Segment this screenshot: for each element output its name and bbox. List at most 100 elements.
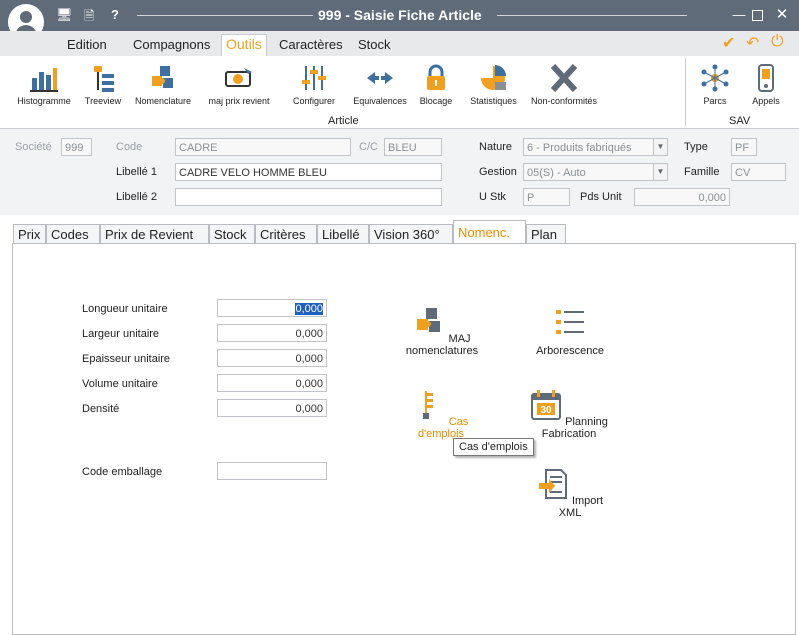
tab-prix-de-revient[interactable]: Prix de Revient [100, 224, 209, 244]
phone-icon [758, 64, 774, 92]
sliders-icon [302, 66, 326, 90]
article-group-label: Article [328, 115, 359, 127]
libelle1-field[interactable]: CADRE VELO HOMME BLEU [175, 163, 442, 181]
tab-nomenc[interactable]: Nomenc. [453, 220, 526, 245]
pdsunit-label: Pds Unit [580, 191, 622, 203]
document-icon[interactable]: 🗎 [84, 7, 94, 29]
nature-select[interactable]: 6 - Produits fabriqués ▼ [523, 138, 668, 156]
tab-prix[interactable]: Prix [13, 224, 46, 244]
ustk-field[interactable]: P [523, 188, 570, 206]
ribbon-separator [685, 58, 686, 126]
title-decor-right [497, 15, 687, 16]
non-conformites-label: Non-conformités [530, 96, 598, 106]
histogram-icon [30, 68, 58, 92]
maj-prix-revient-label: maj prix revient [208, 96, 270, 106]
cc-label: C/C [359, 141, 378, 153]
largeur-field[interactable]: 0,000 [217, 324, 327, 342]
tab-codes[interactable]: Codes [46, 224, 100, 244]
minimize-icon[interactable]: — [730, 7, 748, 23]
societe-field[interactable]: 999 [61, 138, 92, 156]
code-emballage-label: Code emballage [82, 466, 163, 478]
tab-libelle[interactable]: Libellé [317, 224, 369, 244]
cc-field[interactable]: BLEU [384, 138, 442, 156]
tab-criteres[interactable]: Critères [255, 224, 317, 244]
famille-field[interactable]: CV [731, 163, 786, 181]
tab-vision-360[interactable]: Vision 360° [369, 224, 453, 244]
avatar-head [20, 11, 32, 23]
chevron-down-icon[interactable]: ▼ [653, 164, 667, 180]
menu-outils[interactable]: Outils [221, 34, 267, 57]
blocage-button[interactable]: Blocage [417, 64, 455, 106]
epaisseur-label: Epaisseur unitaire [82, 353, 171, 365]
code-field[interactable]: CADRE [175, 138, 351, 156]
lock-icon [427, 64, 445, 90]
code-label: Code [116, 141, 143, 153]
cas-emplois-button[interactable]: Cas d'emplois [400, 389, 482, 440]
type-label: Type [684, 141, 708, 153]
histogramme-button[interactable]: Histogramme [14, 64, 74, 106]
volume-field[interactable]: 0,000 [217, 374, 327, 392]
gestion-select[interactable]: 05(S) - Auto ▼ [523, 163, 668, 181]
societe-label: Société [15, 141, 52, 153]
monitor-icon[interactable]: 🖥 [56, 7, 73, 23]
menu-stock[interactable]: Stock [358, 37, 391, 52]
epaisseur-field[interactable]: 0,000 [217, 349, 327, 367]
svg-text:30: 30 [540, 405, 552, 416]
import-xml-icon [538, 469, 567, 499]
pdsunit-field[interactable]: 0,000 [634, 188, 730, 206]
power-icon[interactable]: ⏻ [771, 33, 784, 51]
non-conformites-button[interactable]: Non-conformités [527, 64, 601, 106]
equivalences-button[interactable]: Equivalences [350, 64, 410, 106]
longueur-value: 0,000 [295, 303, 323, 315]
puzzle-icon [152, 66, 173, 88]
import-xml-button[interactable]: Import XML [535, 468, 605, 519]
appels-button[interactable]: Appels [746, 64, 786, 106]
gestion-label: Gestion [479, 166, 517, 178]
close-icon[interactable]: ✕ [773, 7, 791, 23]
nomenclature-button[interactable]: Nomenclature [132, 64, 194, 106]
help-icon[interactable]: ? [111, 7, 119, 22]
title-decor-left [137, 15, 313, 16]
ribbon: Histogramme Treeview Nomenclature maj pr… [0, 56, 799, 129]
famille-label: Famille [684, 166, 720, 178]
menu-bar: Edition Compagnons Outils Caractères Sto… [0, 31, 799, 57]
tab-stock[interactable]: Stock [209, 224, 255, 244]
parcs-button[interactable]: Parcs [695, 64, 735, 106]
validate-icon[interactable]: ✔ [722, 33, 735, 53]
menu-caracteres[interactable]: Caractères [279, 37, 343, 52]
treeview-label: Treeview [84, 96, 122, 106]
parcs-label: Parcs [703, 96, 727, 106]
pie-chart-icon [480, 65, 506, 90]
arborescence-button[interactable]: Arborescence [530, 306, 610, 357]
title-bar: 🖥 🗎 ? 999 - Saisie Fiche Article — ✕ [0, 0, 799, 31]
ustk-label: U Stk [479, 191, 506, 203]
appels-label: Appels [752, 96, 780, 106]
money-icon [225, 68, 252, 87]
treeview-button[interactable]: Treeview [81, 64, 125, 106]
sav-group-label: SAV [729, 115, 751, 127]
maj-prix-revient-button[interactable]: maj prix revient [203, 64, 275, 106]
longueur-field[interactable]: 0,000 [217, 299, 327, 317]
chevron-down-icon[interactable]: ▼ [653, 139, 667, 155]
planning-fabrication-button[interactable]: 30 Planning Fabrication [518, 389, 620, 440]
statistiques-label: Statistiques [470, 96, 517, 106]
calendar-icon: 30 [531, 390, 562, 420]
densite-field[interactable]: 0,000 [217, 399, 327, 417]
nature-value: 6 - Produits fabriqués [527, 142, 632, 154]
maj-nomenclatures-button[interactable]: MAJ nomenclatures [390, 306, 494, 357]
densite-label: Densité [82, 403, 120, 415]
menu-edition[interactable]: Edition [67, 37, 107, 52]
nomenclature-label: Nomenclature [134, 96, 192, 106]
volume-label: Volume unitaire [82, 378, 158, 390]
undo-icon[interactable]: ↶ [746, 33, 759, 53]
type-field[interactable]: PF [731, 138, 757, 156]
code-emballage-field[interactable] [217, 462, 327, 480]
maximize-icon[interactable] [752, 10, 763, 21]
window-title: 999 - Saisie Fiche Article [318, 7, 482, 23]
menu-compagnons[interactable]: Compagnons [133, 37, 210, 52]
libelle2-field[interactable] [175, 188, 442, 206]
tab-plan[interactable]: Plan [526, 224, 566, 244]
configurer-button[interactable]: Configurer [288, 64, 340, 106]
blocage-label: Blocage [419, 96, 453, 106]
statistiques-button[interactable]: Statistiques [466, 64, 521, 106]
